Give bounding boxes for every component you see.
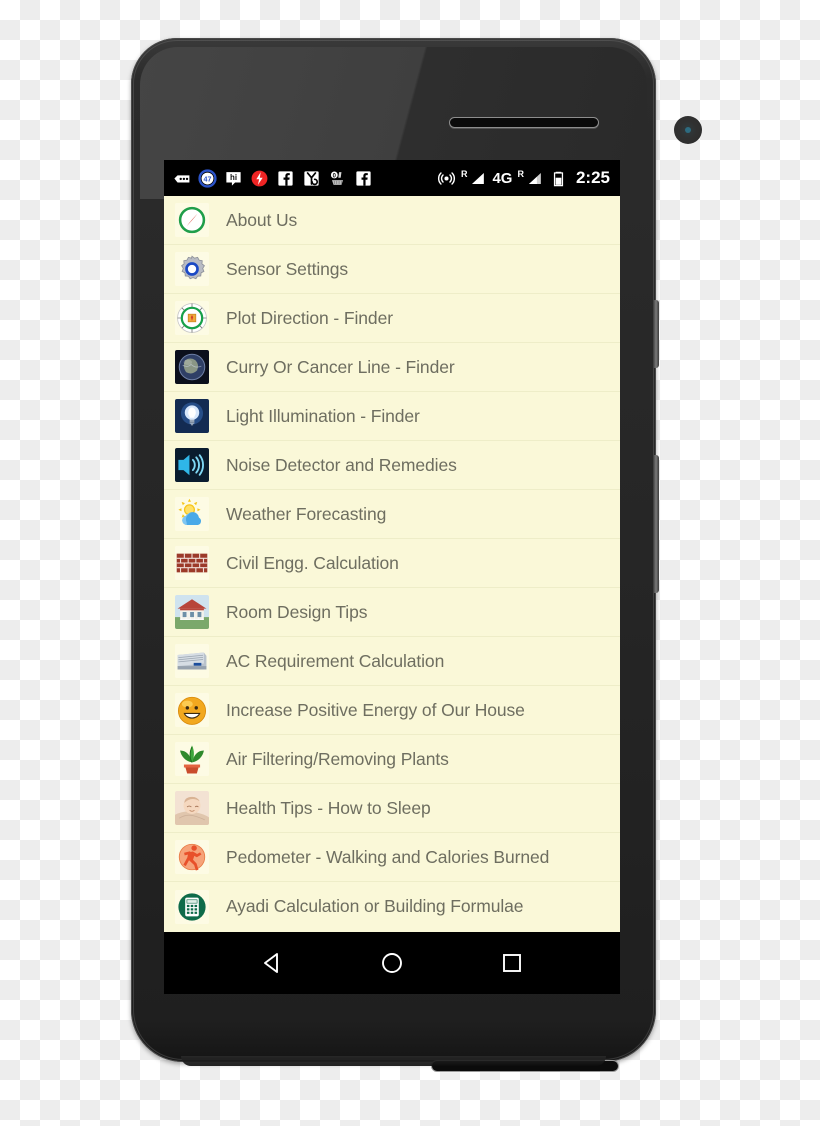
recents-button[interactable] <box>495 946 529 980</box>
phone-bottom-lip <box>181 1056 606 1066</box>
earpiece-speaker-icon <box>449 117 599 128</box>
list-item[interactable]: AC Requirement Calculation <box>164 637 620 686</box>
list-item[interactable]: About Us <box>164 196 620 245</box>
running-person-icon <box>175 840 209 874</box>
list-item[interactable]: Sensor Settings <box>164 245 620 294</box>
list-item-label: Air Filtering/Removing Plants <box>226 748 449 769</box>
list-item-label: Ayadi Calculation or Building Formulae <box>226 896 524 916</box>
recents-square-icon <box>503 954 521 972</box>
list-item-label: Health Tips - How to Sleep <box>226 797 431 818</box>
roaming-label: R <box>460 168 468 179</box>
status-bar-clock: 2:25 <box>575 168 610 187</box>
list-item[interactable]: Air Filtering/Removing Plants <box>164 735 620 784</box>
svg-text:hi: hi <box>230 173 237 182</box>
calculator-icon <box>175 889 209 924</box>
globe-icon <box>175 350 209 384</box>
notification-count-47-icon: 47 <box>198 168 217 188</box>
potted-plant-icon <box>175 742 209 776</box>
gear-settings-icon <box>175 252 209 286</box>
list-item[interactable]: Room Design Tips <box>164 588 620 637</box>
list-item-label: Curry Or Cancer Line - Finder <box>226 356 455 377</box>
android-navigation-bar <box>164 932 620 994</box>
messages-icon <box>174 174 190 182</box>
phone-screen: 47 hi 0 R 4G R 2:25 About Us Sensor Sett… <box>164 160 620 994</box>
list-item-label: Plot Direction - Finder <box>226 307 393 328</box>
list-item-label: Pedometer - Walking and Calories Burned <box>226 846 550 867</box>
list-item-label: About Us <box>226 209 298 230</box>
list-item[interactable]: Weather Forecasting <box>164 490 620 539</box>
hotspot-icon <box>437 171 455 185</box>
smiley-face-icon <box>175 693 209 727</box>
lightbulb-icon <box>175 399 209 433</box>
signal-bars-sim1-icon: R <box>461 169 488 188</box>
flash-alert-icon <box>251 170 268 186</box>
list-item-label: AC Requirement Calculation <box>226 650 445 671</box>
sound-wave-icon <box>175 448 209 482</box>
sun-cloud-icon <box>175 497 209 531</box>
sleeping-baby-icon <box>175 791 209 825</box>
signal-bars-sim2-icon: R <box>517 169 544 188</box>
list-item[interactable]: Plot Direction - Finder <box>164 294 620 343</box>
back-button[interactable] <box>255 946 289 980</box>
roaming-label-2: R <box>517 168 524 179</box>
home-circle-icon <box>382 953 402 973</box>
facebook-icon <box>278 170 293 186</box>
status-bar: 47 hi 0 R 4G R 2:25 <box>164 160 620 196</box>
list-item-label: Sensor Settings <box>226 258 349 279</box>
list-item-label: Noise Detector and Remedies <box>226 454 457 475</box>
cleaner-icon: 0 <box>330 171 344 185</box>
list-item[interactable]: Pedometer - Walking and Calories Burned <box>164 833 620 882</box>
battery-icon <box>553 171 564 186</box>
list-item[interactable]: Ayadi Calculation or Building Formulae <box>164 882 620 931</box>
volume-rocker[interactable] <box>654 455 659 593</box>
list-item[interactable]: Increase Positive Energy of Our House <box>164 686 620 735</box>
list-item[interactable]: Noise Detector and Remedies <box>164 441 620 490</box>
list-item[interactable]: Civil Engg. Calculation <box>164 539 620 588</box>
front-camera-icon <box>674 116 702 144</box>
air-conditioner-icon <box>175 644 209 678</box>
status-bar-system-icons: R 4G R 2:25 <box>437 168 610 188</box>
back-triangle-icon <box>264 953 278 973</box>
list-item[interactable]: Light Illumination - Finder <box>164 392 620 441</box>
facebook-icon <box>356 170 371 186</box>
status-bar-notification-icons: 47 hi 0 <box>172 168 437 188</box>
list-item[interactable]: Curry Or Cancer Line - Finder <box>164 343 620 392</box>
compass-icon <box>175 203 209 237</box>
menu-list: About Us Sensor Settings Plot Direction … <box>164 196 620 931</box>
list-item-label: Room Design Tips <box>226 601 368 622</box>
list-item[interactable]: Health Tips - How to Sleep <box>164 784 620 833</box>
network-4g-icon: 4G <box>492 169 513 187</box>
svg-text:47: 47 <box>204 175 212 183</box>
list-item-label: Weather Forecasting <box>226 503 387 524</box>
compass-rose-icon <box>175 301 209 335</box>
list-item-label: Increase Positive Energy of Our House <box>226 699 525 720</box>
house-icon <box>175 595 209 629</box>
power-button[interactable] <box>654 300 659 368</box>
list-item-label: Light Illumination - Finder <box>226 405 420 426</box>
home-button[interactable] <box>375 946 409 980</box>
hike-messenger-icon: hi <box>226 171 241 186</box>
brick-wall-icon <box>175 546 209 580</box>
share-it-icon <box>304 170 319 186</box>
list-item-label: Civil Engg. Calculation <box>226 552 399 573</box>
